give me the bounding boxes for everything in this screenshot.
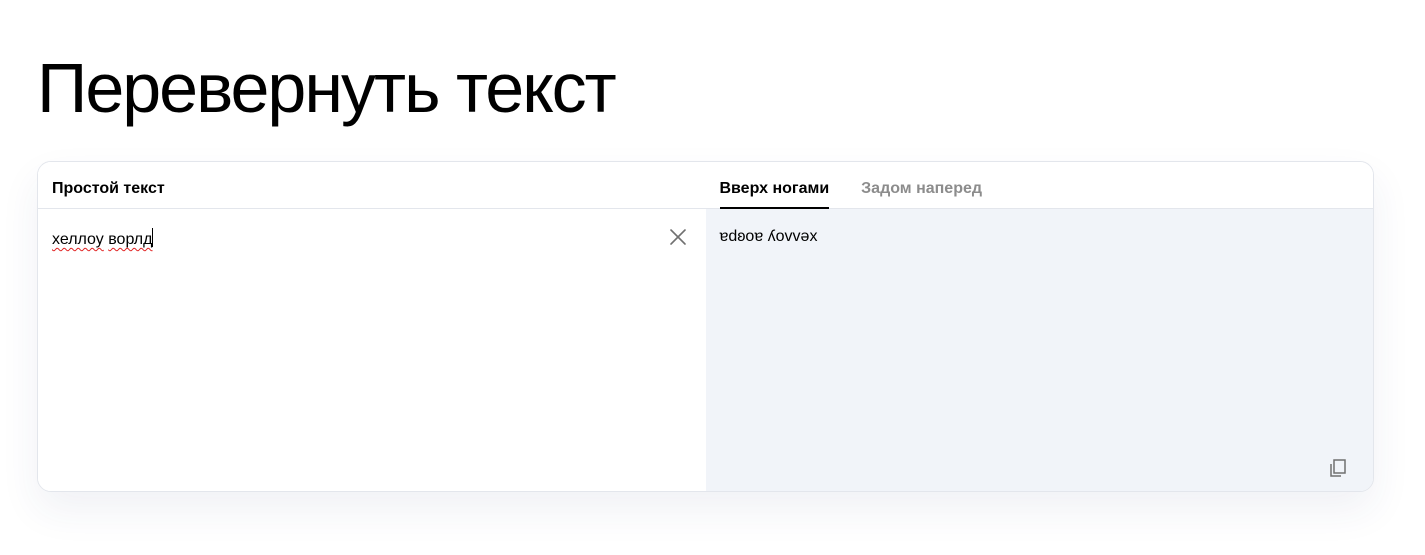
text-caret — [152, 228, 154, 247]
flip-text-card: Простой текст хеллоу ворлд Вверх ногами … — [37, 161, 1374, 492]
page-title: Перевернуть текст — [37, 49, 617, 127]
output-tabs: Вверх ногами Задом наперед — [705, 162, 1373, 209]
clear-button[interactable] — [667, 226, 689, 248]
input-word: хеллоу — [52, 231, 104, 248]
input-word: ворлд — [108, 231, 153, 248]
text-input[interactable]: хеллоу ворлд — [52, 228, 154, 249]
output-text: ɐdʚoɐ ʎovvǝx — [719, 228, 818, 245]
tab-backwards[interactable]: Задом наперед — [861, 180, 982, 208]
copy-button[interactable] — [1327, 457, 1349, 479]
input-pane-label: Простой текст — [52, 180, 165, 197]
copy-icon — [1330, 459, 1346, 477]
tab-upside-down[interactable]: Вверх ногами — [719, 180, 829, 209]
output-pane: Вверх ногами Задом наперед ɐdʚoɐ ʎovvǝx — [705, 162, 1373, 491]
close-icon — [670, 229, 686, 245]
input-pane-header: Простой текст — [38, 162, 706, 209]
input-pane: Простой текст хеллоу ворлд — [38, 162, 706, 491]
